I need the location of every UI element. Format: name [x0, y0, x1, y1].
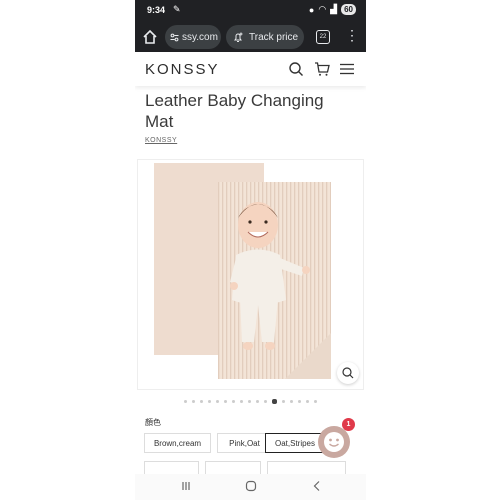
- address-bar[interactable]: ssy.com: [165, 25, 221, 49]
- color-option-brown-cream[interactable]: Brown,cream: [144, 433, 211, 453]
- status-bar: 9:34 ✎ ● ◠ ▟ 60: [135, 0, 366, 22]
- status-time: 9:34: [147, 5, 166, 15]
- signal-icon: ▟: [330, 4, 338, 14]
- status-icons: ● ◠ ▟ 60: [309, 4, 356, 15]
- zoom-button[interactable]: [337, 362, 359, 384]
- hamburger-menu-icon[interactable]: [339, 61, 355, 77]
- carousel-dots: [135, 398, 366, 406]
- carousel-dot[interactable]: [240, 400, 243, 403]
- url-text: ssy.com: [182, 31, 218, 43]
- carousel-dot[interactable]: [290, 400, 293, 403]
- product-image-gallery[interactable]: [137, 159, 364, 390]
- color-option-row2-b[interactable]: [205, 461, 261, 475]
- bell-plus-icon: [234, 32, 243, 42]
- carousel-dot[interactable]: [248, 400, 251, 403]
- product-title: Leather Baby Changing Mat: [145, 91, 324, 131]
- home-nav-icon[interactable]: [245, 480, 257, 492]
- cart-icon[interactable]: [314, 61, 330, 77]
- leaf-icon: ✎: [173, 4, 181, 14]
- carousel-dot[interactable]: [184, 400, 187, 403]
- carousel-dot[interactable]: [200, 400, 203, 403]
- color-option-oat-stripes[interactable]: Oat,Stripes: [265, 433, 325, 453]
- battery-indicator: 60: [341, 4, 356, 15]
- wifi-icon: ◠: [318, 4, 327, 14]
- chat-widget-button[interactable]: [318, 426, 350, 458]
- carousel-dot[interactable]: [264, 400, 267, 403]
- product-image: [154, 163, 331, 379]
- tab-switcher-button[interactable]: 22: [316, 30, 330, 44]
- carousel-dot[interactable]: [216, 400, 219, 403]
- search-icon[interactable]: [288, 61, 304, 77]
- location-icon: ●: [308, 4, 315, 15]
- color-option-label: 顏色: [145, 418, 161, 427]
- system-navigation-bar: [135, 474, 366, 500]
- carousel-dot[interactable]: [306, 400, 309, 403]
- carousel-dot[interactable]: [208, 400, 211, 403]
- carousel-dot[interactable]: [192, 400, 195, 403]
- site-header: KONSSY: [135, 52, 366, 86]
- color-option-row2-a[interactable]: [144, 461, 199, 475]
- chat-notification-badge: 1: [342, 418, 355, 431]
- carousel-dot[interactable]: [272, 399, 277, 404]
- carousel-dot[interactable]: [282, 400, 285, 403]
- browser-toolbar: ssy.com Track price 22 ⋮: [135, 22, 366, 52]
- carousel-dot[interactable]: [256, 400, 259, 403]
- phone-screen: 9:34 ✎ ● ◠ ▟ 60 ssy.com Track price 22 ⋮…: [135, 0, 366, 500]
- site-logo[interactable]: KONSSY: [145, 61, 220, 78]
- track-price-label: Track price: [249, 31, 299, 43]
- carousel-dot[interactable]: [314, 400, 317, 403]
- more-menu-icon[interactable]: ⋮: [345, 28, 359, 42]
- site-settings-icon[interactable]: [170, 33, 179, 42]
- carousel-dot[interactable]: [224, 400, 227, 403]
- color-option-pink-oat[interactable]: Pink,Oat: [217, 433, 272, 453]
- zoom-icon: [342, 367, 354, 379]
- color-option-row2-c[interactable]: [267, 461, 346, 475]
- recent-apps-icon[interactable]: [180, 480, 192, 492]
- back-nav-icon[interactable]: [311, 480, 323, 492]
- chat-face-icon: [324, 432, 344, 452]
- carousel-dot[interactable]: [232, 400, 235, 403]
- home-icon[interactable]: [141, 28, 159, 46]
- track-price-button[interactable]: Track price: [226, 25, 304, 49]
- carousel-dot[interactable]: [298, 400, 301, 403]
- brand-link[interactable]: KONSSY: [145, 137, 177, 144]
